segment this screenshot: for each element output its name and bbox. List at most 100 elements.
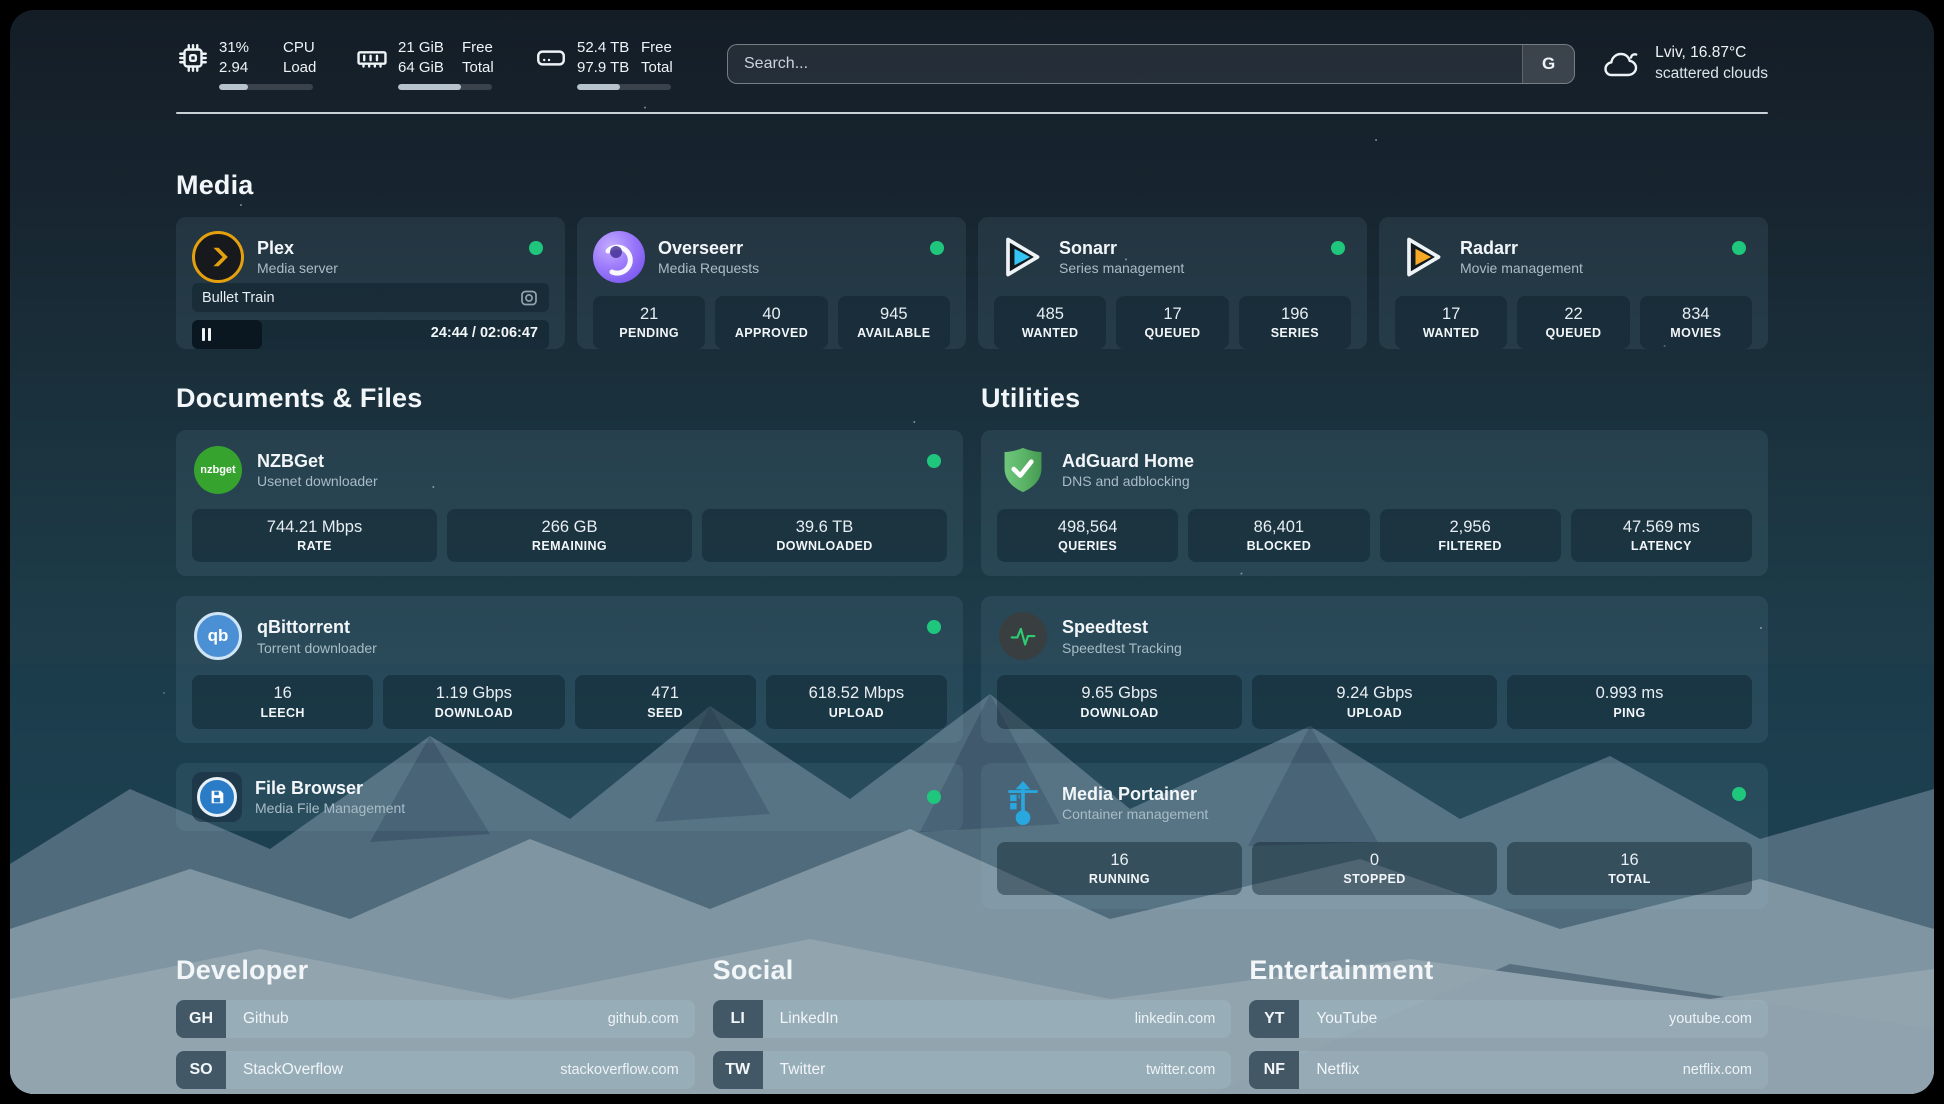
- memory-icon: [355, 41, 389, 75]
- bookmark-name: YouTube: [1299, 1000, 1669, 1038]
- cpu-progress-track: [219, 84, 313, 90]
- media-section: Media Plex Media server: [176, 170, 1768, 349]
- status-dot: [927, 620, 941, 634]
- service-description: Container management: [1062, 805, 1208, 823]
- sonarr-card[interactable]: Sonarr Series management 485WANTED 17QUE…: [978, 217, 1367, 349]
- service-description: Media Requests: [658, 259, 759, 277]
- utilities-section-title: Utilities: [981, 383, 1768, 414]
- service-name: File Browser: [255, 777, 405, 800]
- playback-progress-bar[interactable]: 24:44 / 02:06:47: [192, 320, 549, 349]
- disk-icon: [534, 41, 568, 75]
- stat-block: 0STOPPED: [1252, 842, 1497, 895]
- weather-widget[interactable]: Lviv, 16.87°C scattered clouds: [1601, 43, 1768, 85]
- disk-progress-track: [577, 84, 671, 90]
- stat-block: 834MOVIES: [1640, 296, 1752, 349]
- bookmark-github[interactable]: GH Github github.com: [176, 1000, 695, 1038]
- qbittorrent-icon: qb: [192, 610, 244, 662]
- stat-block: 17WANTED: [1395, 296, 1507, 349]
- speedtest-card[interactable]: Speedtest Speedtest Tracking 9.65 GbpsDO…: [981, 596, 1768, 742]
- search-provider-button[interactable]: G: [1522, 45, 1574, 83]
- weather-condition: scattered clouds: [1655, 64, 1768, 85]
- top-bar: 31% 2.94 CPU Load: [176, 10, 1768, 90]
- service-name: Media Portainer: [1062, 783, 1208, 806]
- plex-card[interactable]: Plex Media server Bullet Train: [176, 217, 565, 349]
- stat-block: 9.65 GbpsDOWNLOAD: [997, 675, 1242, 728]
- overseerr-card[interactable]: Overseerr Media Requests 21PENDING 40APP…: [577, 217, 966, 349]
- memory-progress-fill: [398, 84, 461, 90]
- qbittorrent-card[interactable]: qb qBittorrent Torrent downloader: [176, 596, 963, 742]
- bookmark-url: youtube.com: [1669, 1000, 1768, 1038]
- service-name: Speedtest: [1062, 616, 1182, 639]
- stat-block: 21PENDING: [593, 296, 705, 349]
- stat-block: 16TOTAL: [1507, 842, 1752, 895]
- service-name: Plex: [257, 237, 338, 260]
- disk-total-value: 97.9 TB: [577, 58, 635, 78]
- stat-block: 47.569 msLATENCY: [1571, 509, 1752, 562]
- stat-block: 618.52 MbpsUPLOAD: [766, 675, 947, 728]
- developer-group-title: Developer: [176, 955, 695, 986]
- stat-block: 86,401BLOCKED: [1188, 509, 1369, 562]
- bookmark-abbr: GH: [176, 1000, 226, 1038]
- bookmark-abbr: SO: [176, 1051, 226, 1089]
- bookmark-name: LinkedIn: [763, 1000, 1135, 1038]
- bookmark-url: linkedin.com: [1135, 1000, 1232, 1038]
- now-playing-row: Bullet Train: [192, 283, 549, 312]
- status-dot: [930, 241, 944, 255]
- stat-block: 498,564QUERIES: [997, 509, 1178, 562]
- adguard-icon: [997, 444, 1049, 496]
- stat-block: 744.21 MbpsRATE: [192, 509, 437, 562]
- bookmark-url: netflix.com: [1683, 1051, 1768, 1089]
- bookmark-name: Twitter: [763, 1051, 1146, 1089]
- radarr-card[interactable]: Radarr Movie management 17WANTED 22QUEUE…: [1379, 217, 1768, 349]
- bookmark-youtube[interactable]: YT YouTube youtube.com: [1249, 1000, 1768, 1038]
- bookmark-stackoverflow[interactable]: SO StackOverflow stackoverflow.com: [176, 1051, 695, 1089]
- status-dot: [1331, 241, 1345, 255]
- service-name: Overseerr: [658, 237, 759, 260]
- bookmark-twitter[interactable]: TW Twitter twitter.com: [713, 1051, 1232, 1089]
- entertainment-bookmarks-group: Entertainment YT YouTube youtube.com NF …: [1249, 955, 1768, 1094]
- speedtest-icon: [997, 610, 1049, 662]
- nzbget-card[interactable]: nzbget NZBGet Usenet downloader: [176, 430, 963, 576]
- stat-block: 485WANTED: [994, 296, 1106, 349]
- entertainment-group-title: Entertainment: [1249, 955, 1768, 986]
- topbar-divider: [176, 112, 1768, 114]
- weather-location-temp: Lviv, 16.87°C: [1655, 43, 1768, 64]
- documents-section-title: Documents & Files: [176, 383, 963, 414]
- bookmark-netflix[interactable]: NF Netflix netflix.com: [1249, 1051, 1768, 1089]
- service-description: Series management: [1059, 259, 1184, 277]
- dashboard-frame: 31% 2.94 CPU Load: [0, 0, 1944, 1104]
- search-bar: G: [727, 44, 1575, 84]
- status-dot: [1732, 787, 1746, 801]
- service-description: Movie management: [1460, 259, 1583, 277]
- adguard-card[interactable]: AdGuard Home DNS and adblocking 498,564Q…: [981, 430, 1768, 576]
- portainer-card[interactable]: Media Portainer Container management 16R…: [981, 763, 1768, 909]
- bookmark-url: github.com: [608, 1000, 695, 1038]
- stat-block: 2,956FILTERED: [1380, 509, 1561, 562]
- service-name: qBittorrent: [257, 616, 377, 639]
- bookmark-abbr: TW: [713, 1051, 763, 1089]
- documents-section: Documents & Files nzbget NZBGet Usenet d…: [176, 383, 963, 909]
- bookmark-linkedin[interactable]: LI LinkedIn linkedin.com: [713, 1000, 1232, 1038]
- status-dot: [529, 241, 543, 255]
- service-description: Torrent downloader: [257, 639, 377, 657]
- cpu-resource-widget: 31% 2.94 CPU Load: [176, 38, 329, 90]
- service-description: DNS and adblocking: [1062, 472, 1194, 490]
- service-description: Usenet downloader: [257, 472, 378, 490]
- memory-progress-track: [398, 84, 492, 90]
- cpu-value-percent: 31%: [219, 38, 277, 58]
- filebrowser-card[interactable]: File Browser Media File Management: [176, 763, 963, 831]
- bookmark-abbr: LI: [713, 1000, 763, 1038]
- search-input[interactable]: [728, 45, 1522, 83]
- pause-icon: [202, 328, 211, 341]
- service-name: Sonarr: [1059, 237, 1184, 260]
- disk-resource-widget: 52.4 TB 97.9 TB Free Total: [534, 38, 687, 90]
- disk-free-value: 52.4 TB: [577, 38, 635, 58]
- service-description: Media File Management: [255, 799, 405, 817]
- disk-label-free: Free: [641, 38, 687, 58]
- nzbget-icon: nzbget: [192, 444, 244, 496]
- memory-label-total: Total: [462, 58, 508, 78]
- cpu-value-load: 2.94: [219, 58, 277, 78]
- now-playing-title: Bullet Train: [202, 290, 519, 306]
- service-name: AdGuard Home: [1062, 450, 1194, 473]
- cpu-icon: [176, 41, 210, 75]
